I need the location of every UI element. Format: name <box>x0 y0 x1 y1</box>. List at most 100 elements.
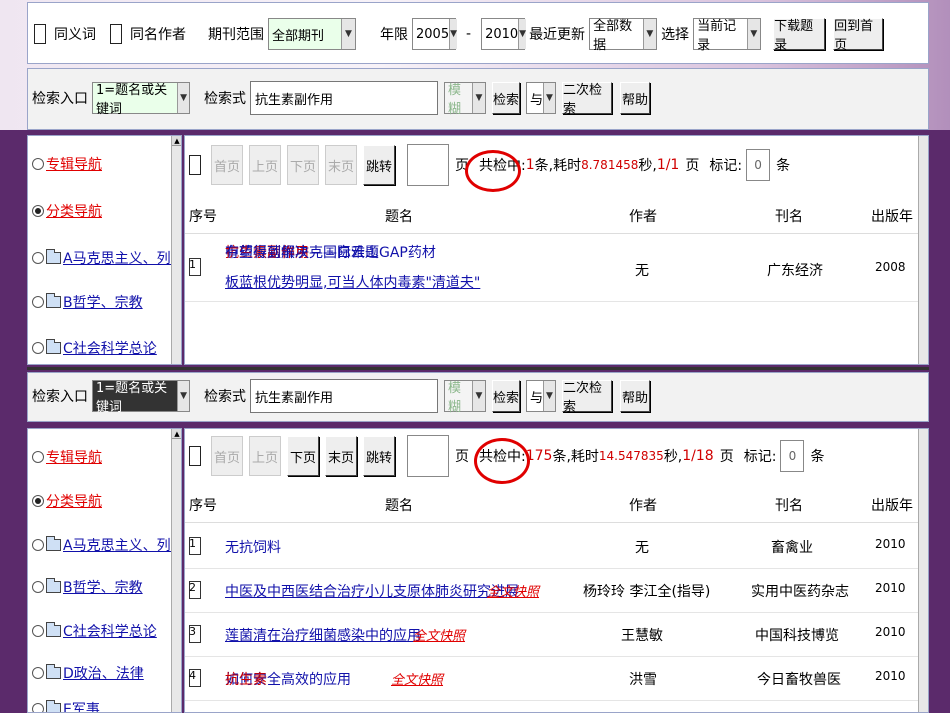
last-page-button[interactable]: 末页 <box>325 145 357 185</box>
nav-item-c[interactable]: C社会科学总论 <box>32 338 157 358</box>
nav-item-b[interactable]: B哲学、宗教 <box>32 577 143 597</box>
result-scrollbar[interactable] <box>918 136 928 364</box>
chevron-down-icon: ▼ <box>472 381 485 411</box>
logic-value: 与 <box>530 390 544 406</box>
mark-count-input[interactable]: 0 <box>780 440 805 472</box>
next-page-button[interactable]: 下页 <box>287 145 319 185</box>
nav-item-album[interactable]: 专辑导航 <box>32 447 102 467</box>
nav-item-label: 分类导航 <box>46 204 102 220</box>
journal-range-select[interactable]: 全部期刊 ▼ <box>268 18 356 50</box>
first-page-button[interactable]: 首页 <box>211 145 243 185</box>
radio-selected-icon <box>32 205 44 217</box>
select-all-checkbox[interactable] <box>189 155 201 175</box>
total-suffix: 条,耗时 <box>552 449 599 465</box>
row-author: 洪雪 <box>629 672 657 688</box>
fuzzy-select[interactable]: 模糊 ▼ <box>444 82 486 117</box>
query-input[interactable]: 抗生素副作用 <box>250 379 438 413</box>
nav-item-a[interactable]: A马克思主义、列宁主 <box>32 535 181 555</box>
fuzzy-select[interactable]: 模糊 ▼ <box>444 380 486 415</box>
row-title-link[interactable]: 中医及中西医结合治疗小儿支原体肺炎研究进展 <box>225 581 519 601</box>
col-author: 作者 <box>629 209 657 225</box>
last-page-button[interactable]: 末页 <box>325 436 357 476</box>
year-to-select[interactable]: 2010 ▼ <box>481 18 527 50</box>
page-number-input[interactable] <box>407 435 449 477</box>
row-title-line2[interactable]: 板蓝根优势明显,可当人体内毒素"清道夫" <box>225 272 480 292</box>
nav-item-label: C社会科学总论 <box>63 624 157 640</box>
table-row: 3 莲菌清在治疗细菌感染中的应用 全文快照 王慧敏 中国科技博览 2010 <box>185 613 928 657</box>
nav-scrollbar[interactable]: ▲ <box>171 136 181 364</box>
fulltext-snapshot-link[interactable]: 全文快照 <box>487 581 539 600</box>
sec-label: 秒, <box>638 158 657 174</box>
row-author: 杨玲玲 李江全(指导) <box>583 584 711 600</box>
radio-icon <box>32 451 44 463</box>
recent-update-value: 全部数据 <box>593 19 633 53</box>
jump-button[interactable]: 跳转 <box>363 436 395 476</box>
fulltext-snapshot-link[interactable]: 全文快照 <box>413 625 465 644</box>
jump-button[interactable]: 跳转 <box>363 145 395 185</box>
nav-item-b[interactable]: B哲学、宗教 <box>32 292 143 312</box>
folder-icon <box>46 536 61 551</box>
download-records-button[interactable]: 下载题录 <box>773 18 826 53</box>
result-scrollbar[interactable] <box>918 429 928 712</box>
year-from-select[interactable]: 2005 ▼ <box>412 18 458 50</box>
search-button[interactable]: 检索 <box>492 82 520 114</box>
nav-scrollbar[interactable]: ▲ <box>171 429 181 712</box>
row-author: 王慧敏 <box>621 628 663 644</box>
help-button[interactable]: 帮助 <box>620 82 650 114</box>
table-header: 序号 题名 作者 刊名 出版年 <box>185 489 928 523</box>
chevron-down-icon: ▼ <box>177 381 189 411</box>
result-panel-1: 首页 上页 下页 末页 跳转 页 共检中: 1 条,耗时 8.781458 秒,… <box>184 135 929 365</box>
radio-icon <box>32 252 44 264</box>
nav-item-a[interactable]: A马克思主义、列宁主 <box>32 248 181 268</box>
query-input[interactable]: 抗生素副作用 <box>250 81 438 115</box>
select-all-checkbox[interactable] <box>189 446 201 466</box>
year-label: 年限 <box>380 27 408 43</box>
synonym-checkbox[interactable] <box>34 24 46 44</box>
nav-item-e[interactable]: E军事 <box>32 699 100 712</box>
page-unit: 页 <box>455 449 469 465</box>
row-year: 2010 <box>875 581 906 595</box>
nav-item-d[interactable]: D政治、法律 <box>32 663 144 683</box>
back-home-button[interactable]: 回到首页 <box>833 18 884 53</box>
help-button[interactable]: 帮助 <box>620 380 650 412</box>
nav-item-label: 分类导航 <box>46 494 102 510</box>
search-entry-select[interactable]: 1=题名或关键词 ▼ <box>92 82 190 117</box>
secondary-search-button[interactable]: 二次检索 <box>562 380 612 415</box>
journal-range-label: 期刊范围 <box>208 27 264 43</box>
chevron-down-icon: ▼ <box>472 83 485 113</box>
search-entry-select[interactable]: 1=题名或关键词 ▼ <box>92 380 190 415</box>
recent-update-select[interactable]: 全部数据 ▼ <box>589 18 658 53</box>
row-title-link[interactable]: 莲菌清在治疗细菌感染中的应用 <box>225 625 421 645</box>
chevron-down-icon: ▼ <box>177 83 189 113</box>
same-author-checkbox[interactable] <box>110 24 122 44</box>
result-panel-2: 首页 上页 下页 末页 跳转 页 共检中: 175 条,耗时 14.547835… <box>184 428 929 713</box>
fulltext-snapshot-link[interactable]: 全文快照 <box>391 669 443 688</box>
next-page-button[interactable]: 下页 <box>287 436 319 476</box>
filter-bar: 同义词 同名作者 期刊范围 全部期刊 ▼ 年限 2005 ▼ - 2010 ▼ … <box>27 2 929 64</box>
nav-item-category[interactable]: 分类导航 <box>32 491 102 511</box>
row-journal: 畜禽业 <box>771 540 813 556</box>
select-records-select[interactable]: 当前记录 ▼ <box>693 18 762 53</box>
divider <box>27 367 929 370</box>
first-page-button[interactable]: 首页 <box>211 436 243 476</box>
mark-count-input[interactable]: 0 <box>746 149 771 181</box>
page-number-input[interactable] <box>407 144 449 186</box>
search-button[interactable]: 检索 <box>492 380 520 412</box>
radio-icon <box>32 703 44 712</box>
radio-selected-icon <box>32 495 44 507</box>
radio-icon <box>32 342 44 354</box>
radio-icon <box>32 296 44 308</box>
chevron-down-icon: ▼ <box>518 19 527 49</box>
nav-item-album[interactable]: 专辑导航 <box>32 154 102 174</box>
prev-page-button[interactable]: 上页 <box>249 145 281 185</box>
nav-item-label: A马克思主义、列宁主 <box>63 251 181 267</box>
logic-select[interactable]: 与 ▼ <box>526 380 556 412</box>
nav-item-c[interactable]: C社会科学总论 <box>32 621 157 641</box>
prev-page-button[interactable]: 上页 <box>249 436 281 476</box>
recent-update-label: 最近更新 <box>529 27 586 43</box>
logic-select[interactable]: 与 ▼ <box>526 82 556 114</box>
secondary-search-button[interactable]: 二次检索 <box>562 82 612 117</box>
col-journal: 刊名 <box>775 209 803 225</box>
col-title: 题名 <box>385 498 413 514</box>
nav-item-category[interactable]: 分类导航 <box>32 201 102 221</box>
